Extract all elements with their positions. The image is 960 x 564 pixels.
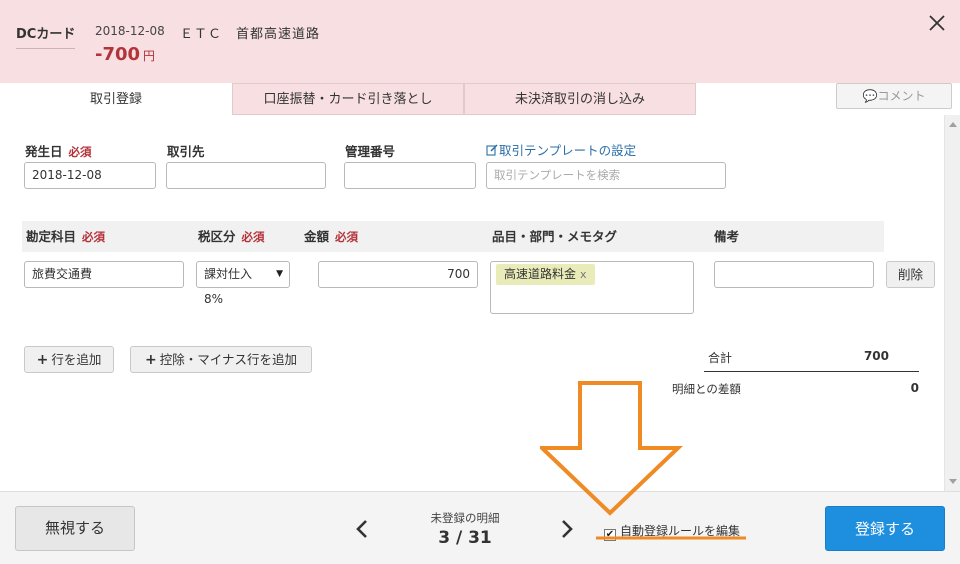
transaction-amount: -700 円 xyxy=(95,44,156,65)
tab-transaction-register[interactable]: 取引登録 xyxy=(0,83,232,115)
transaction-description: ＥＴＣ 首都高速道路 xyxy=(180,27,321,42)
plus-icon: + xyxy=(145,352,157,368)
tab-account-transfer[interactable]: 口座振替・カード引き落とし xyxy=(232,83,464,115)
account-name: DCカード xyxy=(16,23,76,49)
column-memo: 備考 xyxy=(710,221,884,252)
transaction-dialog: DCカード 2018-12-08 ＥＴＣ 首都高速道路 -700 円 取引登録 口… xyxy=(0,0,960,564)
dialog-header: DCカード 2018-12-08 ＥＴＣ 首都高速道路 -700 円 xyxy=(0,0,960,83)
transaction-date: 2018-12-08 xyxy=(95,24,165,38)
manage-number-label: 管理番号 xyxy=(345,144,396,159)
chevron-left-icon[interactable] xyxy=(355,519,369,539)
close-icon[interactable] xyxy=(926,12,948,34)
partner-field[interactable] xyxy=(166,162,326,189)
nav-count: 3 / 31 xyxy=(438,528,492,548)
tab-reconcile[interactable]: 未決済取引の消し込み xyxy=(464,83,696,115)
account-item-field[interactable]: 旅費交通費 xyxy=(24,261,184,288)
partner-label: 取引先 xyxy=(167,144,205,159)
scroll-up-icon[interactable] xyxy=(949,122,957,127)
scrollbar[interactable] xyxy=(944,115,960,491)
date-field[interactable]: 2018-12-08 xyxy=(24,162,156,189)
column-amount: 金額 必須 xyxy=(300,221,488,252)
nav-title: 未登録の明細 xyxy=(430,511,500,525)
dialog-footer: 無視する 未登録の明細 3 / 31 ✔ 自動登録ルールを編集 登録する xyxy=(0,491,960,564)
tag-remove-icon[interactable]: x xyxy=(580,268,587,281)
column-account: 勘定科目 必須 xyxy=(22,221,194,252)
comment-button[interactable]: 💬コメント xyxy=(836,83,952,109)
memo-field[interactable] xyxy=(714,261,874,288)
manage-number-field[interactable] xyxy=(344,162,476,189)
total-value: 700 xyxy=(863,349,889,363)
scroll-down-icon[interactable] xyxy=(949,479,957,484)
diff-value: 0 xyxy=(910,381,919,395)
annotation-arrow-icon xyxy=(540,381,746,540)
column-tax: 税区分 必須 xyxy=(194,221,300,252)
template-search-input[interactable]: 取引テンプレートを検索 xyxy=(486,162,726,189)
edit-icon xyxy=(486,144,498,156)
date-label: 発生日 必須 xyxy=(25,144,92,159)
column-tags: 品目・部門・メモタグ xyxy=(488,221,710,252)
ignore-button[interactable]: 無視する xyxy=(15,506,135,551)
tab-bar: 取引登録 口座振替・カード引き落とし 未決済取引の消し込み xyxy=(0,83,944,115)
delete-row-button[interactable]: 削除 xyxy=(886,261,935,288)
dropdown-arrow-icon: ▼ xyxy=(276,269,283,279)
tag-chip: 高速道路料金 x xyxy=(496,264,595,285)
template-settings-link[interactable]: 取引テンプレートの設定 xyxy=(486,140,636,159)
total-label: 合計 xyxy=(708,351,733,365)
register-button[interactable]: 登録する xyxy=(825,506,945,551)
amount-field[interactable]: 700 xyxy=(318,261,478,288)
add-row-button[interactable]: + 行を追加 xyxy=(24,346,114,373)
add-minus-row-button[interactable]: + 控除・マイナス行を追加 xyxy=(130,346,312,373)
total-row: 合計 700 xyxy=(704,348,919,372)
plus-icon: + xyxy=(36,352,49,368)
tax-select[interactable]: 課対仕入8% ▼ xyxy=(196,261,290,306)
